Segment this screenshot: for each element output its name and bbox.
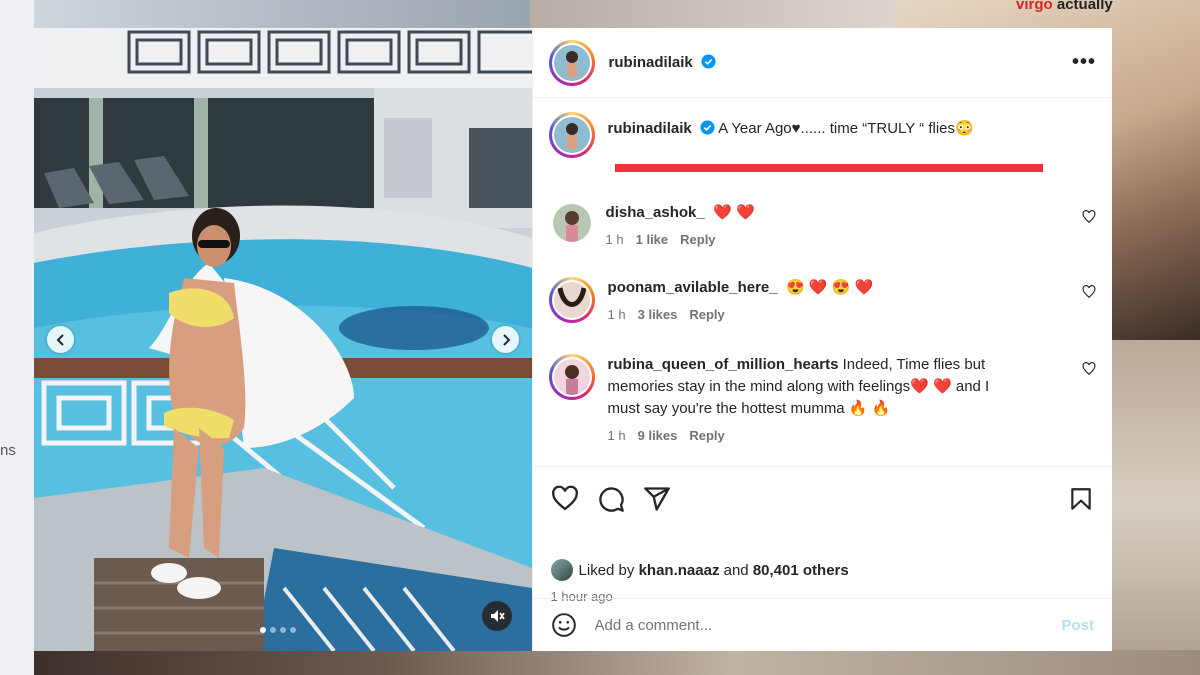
- liked-by-others[interactable]: 80,401 others: [753, 562, 849, 579]
- like-comment-heart-icon[interactable]: [1082, 285, 1096, 299]
- commenter-avatar[interactable]: [552, 204, 591, 242]
- bookmark-icon[interactable]: [1068, 485, 1094, 513]
- chevron-left-icon: [56, 333, 64, 346]
- avatar-image: [553, 359, 590, 395]
- comment-composer: Post: [532, 598, 1112, 651]
- comment-text-line: must say you're the hottest mumma 🔥 🔥: [607, 400, 891, 417]
- post-header: rubinadilaik •••: [532, 28, 1112, 98]
- bg-image-tile: [1110, 340, 1200, 675]
- avatar-image: [553, 282, 590, 318]
- bg-text-virgo: virgo: [1016, 0, 1053, 13]
- bg-text: virgo actually: [1016, 0, 1113, 13]
- avatar-image: [553, 117, 590, 153]
- author-username[interactable]: rubinadilaik: [609, 54, 693, 71]
- post-media[interactable]: [34, 28, 532, 651]
- comment-likes[interactable]: 1 like: [636, 232, 669, 247]
- bg-image-tile: [34, 650, 1200, 675]
- caption-row: rubinadilaik A Year Ago♥...... time “TRU…: [548, 112, 1096, 172]
- comment-text-line: memories stay in the mind along with fee…: [607, 378, 990, 395]
- emoji-smiley-icon[interactable]: [551, 612, 577, 638]
- verified-badge-icon: [701, 53, 716, 69]
- comment-time: 1 h: [607, 307, 626, 322]
- share-paper-plane-icon[interactable]: [643, 485, 671, 513]
- reply-button[interactable]: Reply: [680, 232, 715, 247]
- bg-image-tile: [34, 0, 534, 28]
- avatar-image: [553, 44, 590, 81]
- bg-image-tile: [530, 0, 895, 28]
- comment-input[interactable]: [592, 615, 1062, 635]
- liked-by-user[interactable]: khan.naaaz: [639, 562, 720, 579]
- post-photo: [34, 28, 532, 651]
- comment-text: ❤️ ❤️: [713, 204, 755, 221]
- comment-bubble-icon[interactable]: [597, 485, 625, 513]
- liked-by-prefix: Liked by: [578, 561, 635, 579]
- comment-row: disha_ashok_ ❤️ ❤️ 1 h 1 like Reply: [549, 202, 1096, 251]
- chevron-right-icon: [502, 333, 510, 346]
- liked-by-and: and: [723, 561, 749, 579]
- carousel-prev-button[interactable]: [47, 326, 74, 353]
- carousel-dots: [260, 627, 296, 633]
- liker-avatar[interactable]: [550, 559, 573, 581]
- author-avatar[interactable]: [548, 39, 595, 86]
- commenter-avatar[interactable]: [548, 354, 595, 400]
- action-icons: [551, 485, 671, 513]
- caption-username[interactable]: rubinadilaik: [608, 120, 692, 137]
- mute-button[interactable]: [482, 601, 512, 631]
- caption-author-avatar[interactable]: [548, 112, 595, 158]
- comment-likes[interactable]: 3 likes: [638, 307, 678, 322]
- verified-badge-icon: [700, 120, 715, 135]
- reply-button[interactable]: Reply: [689, 307, 724, 322]
- more-options-button[interactable]: •••: [1072, 51, 1096, 74]
- post-modal: rubinadilaik ••• rubinadilaik A Year Ago…: [34, 28, 1112, 651]
- bg-text-actually: actually: [1056, 0, 1113, 13]
- post-side-panel: rubinadilaik ••• rubinadilaik A Year Ago…: [531, 28, 1112, 651]
- like-heart-icon[interactable]: [551, 485, 579, 513]
- bg-left-panel: [0, 0, 34, 675]
- carousel-dot: [260, 627, 266, 633]
- caption-text: A Year Ago♥...... time “TRULY “ flies😳: [718, 120, 974, 137]
- like-comment-heart-icon[interactable]: [1082, 362, 1096, 376]
- comment-text: 😍 ❤️ 😍 ❤️: [785, 279, 874, 296]
- comment-time: 1 h: [605, 232, 624, 247]
- bg-text-fragment: ns: [0, 442, 16, 459]
- post-comment-button[interactable]: Post: [1061, 617, 1094, 634]
- liked-by: Liked by khan.naaaz and 80,401 others: [550, 559, 849, 581]
- carousel-dot: [270, 627, 276, 633]
- comment-username[interactable]: poonam_avilable_here_: [608, 279, 778, 296]
- comment-username[interactable]: rubina_queen_of_million_hearts: [608, 356, 839, 373]
- comment-text-line: Indeed, Time flies but: [842, 356, 986, 373]
- comments-list: rubinadilaik A Year Ago♥...... time “TRU…: [533, 98, 1112, 466]
- carousel-dot: [290, 627, 296, 633]
- post-actions: Liked by khan.naaaz and 80,401 others 1 …: [532, 466, 1112, 604]
- like-comment-heart-icon[interactable]: [1082, 210, 1096, 224]
- speaker-muted-icon: [491, 610, 505, 622]
- comment-time: 1 h: [607, 428, 626, 443]
- carousel-dot: [280, 627, 286, 633]
- comment-likes[interactable]: 9 likes: [638, 428, 678, 443]
- commenter-avatar[interactable]: [548, 277, 595, 323]
- comment-row: rubina_queen_of_million_hearts Indeed, T…: [548, 354, 1096, 447]
- highlight-bar: [614, 164, 1043, 172]
- reply-button[interactable]: Reply: [689, 428, 724, 443]
- carousel-next-button[interactable]: [492, 326, 519, 353]
- comment-row: poonam_avilable_here_ 😍 ❤️ 😍 ❤️ 1 h 3 lik…: [548, 277, 1096, 326]
- comment-username[interactable]: disha_ashok_: [606, 204, 705, 221]
